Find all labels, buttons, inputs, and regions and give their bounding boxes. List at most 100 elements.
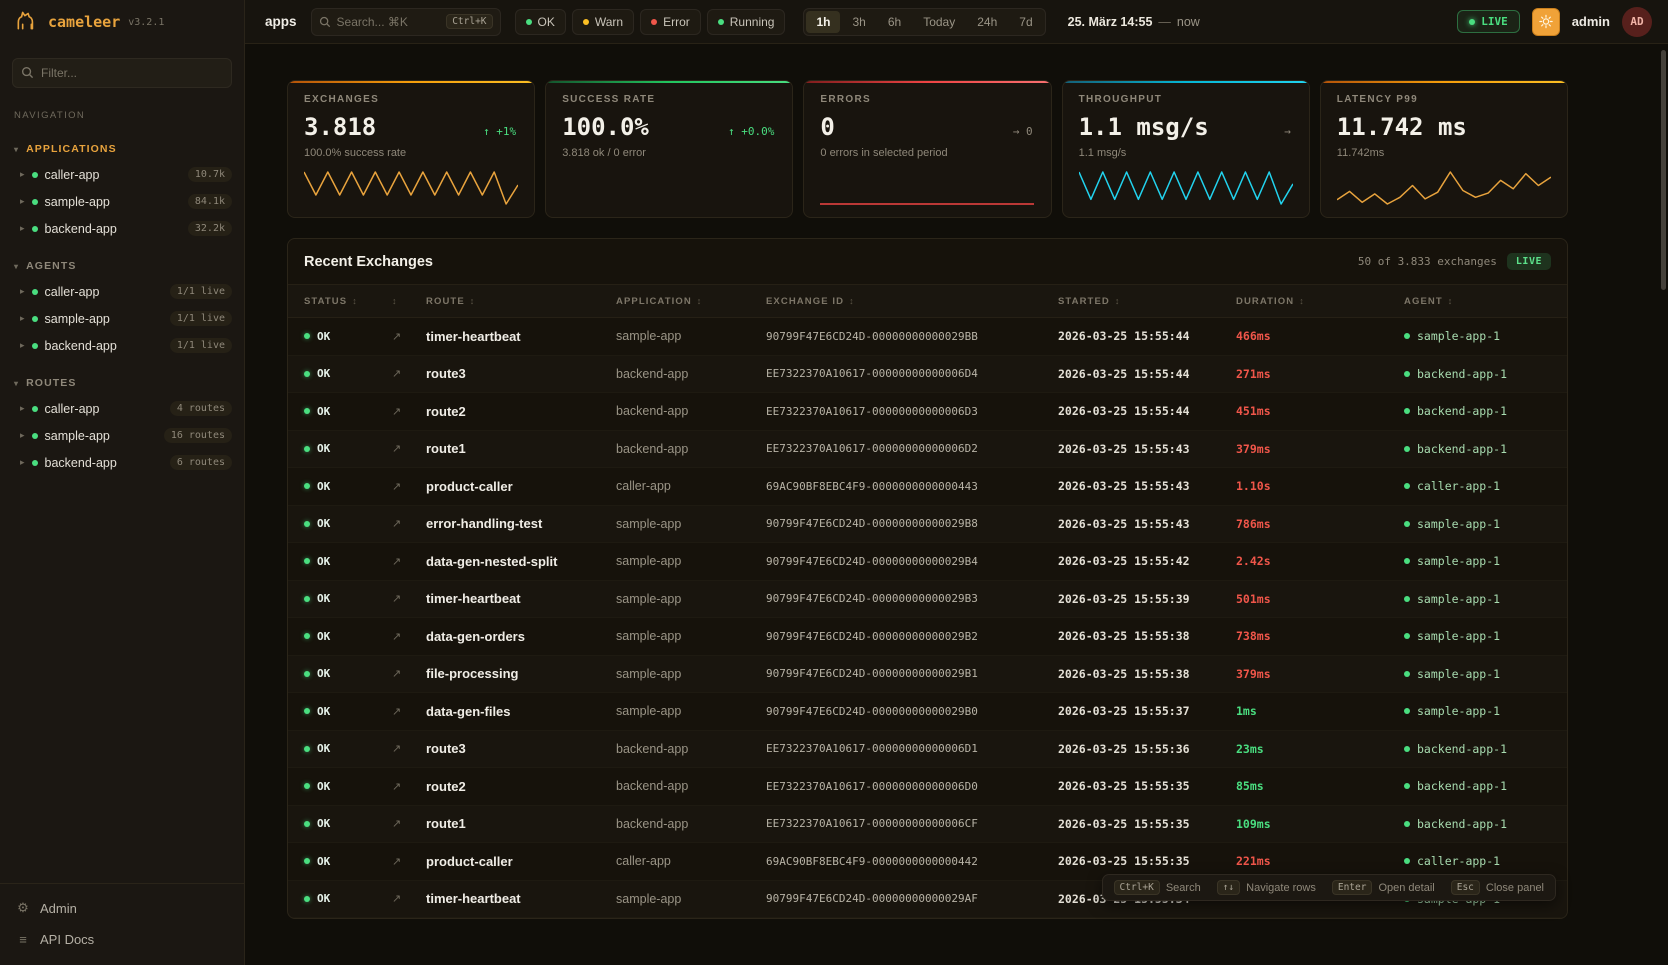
sidebar-item-application[interactable]: ▸ caller-app 10.7k [0, 161, 244, 188]
status-dot-icon [526, 19, 532, 25]
column-header-direction[interactable]: ↕ [376, 296, 410, 306]
datetime-display[interactable]: 25. März 14:55—now [1068, 15, 1200, 29]
column-header-started[interactable]: STARTED↕ [1042, 296, 1220, 307]
duration-cell: 271ms [1220, 367, 1388, 381]
agent-label: sample-app-1 [1417, 667, 1500, 681]
section-header-agents[interactable]: ▾ AGENTS [0, 256, 244, 278]
status-cell: OK [288, 667, 376, 680]
table-row[interactable]: OK ↗ route2 backend-app EE7322370A10617-… [288, 393, 1567, 431]
stat-card[interactable]: THROUGHPUT 1.1 msg/s → 1.1 msg/s [1062, 80, 1310, 218]
ok-dot-icon [304, 408, 310, 414]
stat-card[interactable]: LATENCY P99 11.742 ms 11.742ms [1320, 80, 1568, 218]
duration-cell: 1ms [1220, 704, 1388, 718]
section-header-routes[interactable]: ▾ ROUTES [0, 373, 244, 395]
admin-link[interactable]: ⚙ Admin [0, 892, 244, 924]
status-dot-icon [32, 172, 38, 178]
chevron-right-icon: ▸ [20, 430, 25, 441]
shortcut-key: Esc [1451, 880, 1480, 895]
table-row[interactable]: OK ↗ timer-heartbeat sample-app 90799F47… [288, 581, 1567, 619]
user-avatar[interactable]: AD [1622, 7, 1652, 37]
status-filter-chips: OK Warn Error Running [515, 9, 786, 35]
sidebar-item-label: caller-app [45, 168, 100, 182]
ok-dot-icon [304, 708, 310, 714]
section-header-applications[interactable]: ▾ APPLICATIONS [0, 139, 244, 161]
sidebar-item-agent[interactable]: ▸ sample-app 1/1 live [0, 305, 244, 332]
table-row[interactable]: OK ↗ route1 backend-app EE7322370A10617-… [288, 431, 1567, 469]
agent-cell: sample-app-1 [1388, 592, 1567, 606]
route-cell: data-gen-nested-split [410, 554, 600, 569]
time-range-button[interactable]: Today [913, 11, 965, 33]
time-range-button[interactable]: 3h [842, 11, 875, 33]
table-row[interactable]: OK ↗ route3 backend-app EE7322370A10617-… [288, 731, 1567, 769]
time-range-button[interactable]: 7d [1009, 11, 1042, 33]
agent-cell: sample-app-1 [1388, 667, 1567, 681]
time-range-button[interactable]: 24h [967, 11, 1007, 33]
column-header-route[interactable]: ROUTE↕ [410, 296, 600, 307]
sidebar-item-agent[interactable]: ▸ backend-app 1/1 live [0, 332, 244, 359]
column-header-duration[interactable]: DURATION↕ [1220, 296, 1388, 307]
sidebar-item-agent[interactable]: ▸ caller-app 1/1 live [0, 278, 244, 305]
status-filter-chip[interactable]: Warn [572, 9, 634, 35]
api-docs-link[interactable]: ≡ API Docs [0, 924, 244, 955]
time-range-button[interactable]: 1h [806, 11, 840, 33]
table-row[interactable]: OK ↗ product-caller caller-app 69AC90BF8… [288, 468, 1567, 506]
status-filter-chip[interactable]: OK [515, 9, 566, 35]
status-cell: OK [288, 705, 376, 718]
sidebar-item-application[interactable]: ▸ sample-app 84.1k [0, 188, 244, 215]
vertical-scrollbar[interactable] [1661, 50, 1666, 290]
shortcut-hint: ↑↓ Navigate rows [1217, 880, 1316, 895]
route-cell: route2 [410, 404, 600, 419]
shortcut-key: Ctrl+K [1114, 880, 1160, 895]
agent-label: backend-app-1 [1417, 742, 1507, 756]
table-row[interactable]: OK ↗ file-processing sample-app 90799F47… [288, 656, 1567, 694]
routes-count-badge: 16 routes [164, 428, 232, 443]
column-header-agent[interactable]: AGENT↕ [1388, 296, 1567, 307]
stat-value: 1.1 msg/s [1079, 113, 1209, 141]
live-toggle[interactable]: LIVE [1457, 10, 1520, 33]
table-body: OK ↗ timer-heartbeat sample-app 90799F47… [288, 318, 1567, 918]
table-row[interactable]: OK ↗ timer-heartbeat sample-app 90799F47… [288, 318, 1567, 356]
status-filter-chip[interactable]: Error [640, 9, 701, 35]
table-row[interactable]: OK ↗ route1 backend-app EE7322370A10617-… [288, 806, 1567, 844]
brand-logo[interactable]: cameleer v3.2.1 [0, 0, 244, 44]
stat-card[interactable]: SUCCESS RATE 100.0% ↑ +0.0% 3.818 ok / 0… [545, 80, 793, 218]
status-label: OK [317, 442, 330, 455]
stat-value: 3.818 [304, 113, 376, 141]
collapse-caret-icon: ▾ [14, 145, 19, 154]
panel-live-badge: LIVE [1507, 253, 1551, 270]
stat-card[interactable]: EXCHANGES 3.818 ↑ +1% 100.0% success rat… [287, 80, 535, 218]
started-cell: 2026-03-25 15:55:44 [1042, 329, 1220, 343]
table-row[interactable]: OK ↗ data-gen-nested-split sample-app 90… [288, 543, 1567, 581]
status-dot-icon [718, 19, 724, 25]
table-row[interactable]: OK ↗ data-gen-orders sample-app 90799F47… [288, 618, 1567, 656]
sparkline-chart [1337, 167, 1551, 207]
theme-toggle-button[interactable] [1532, 8, 1560, 36]
ok-dot-icon [304, 333, 310, 339]
live-badge: 1/1 live [170, 311, 232, 326]
status-filter-chip[interactable]: Running [707, 9, 786, 35]
sidebar-item-routes[interactable]: ▸ backend-app 6 routes [0, 449, 244, 476]
ok-dot-icon [304, 858, 310, 864]
time-range-button[interactable]: 6h [878, 11, 911, 33]
table-row[interactable]: OK ↗ route3 backend-app EE7322370A10617-… [288, 356, 1567, 394]
stat-card[interactable]: ERRORS 0 → 0 0 errors in selected period [803, 80, 1051, 218]
sidebar-filter-input[interactable] [12, 58, 232, 88]
stat-subtitle: 3.818 ok / 0 error [562, 147, 776, 159]
route-direction-icon: ↗ [376, 780, 410, 793]
chevron-right-icon: ▸ [20, 313, 25, 324]
table-row[interactable]: OK ↗ data-gen-files sample-app 90799F47E… [288, 693, 1567, 731]
route-cell: route1 [410, 441, 600, 456]
agent-dot-icon [1404, 446, 1410, 452]
column-header-exchange-id[interactable]: EXCHANGE ID↕ [750, 296, 1042, 307]
column-header-status[interactable]: STATUS↕ [288, 296, 376, 307]
route-direction-icon: ↗ [376, 480, 410, 493]
status-dot-icon [32, 226, 38, 232]
table-row[interactable]: OK ↗ route2 backend-app EE7322370A10617-… [288, 768, 1567, 806]
status-label: OK [317, 330, 330, 343]
sidebar-item-application[interactable]: ▸ backend-app 32.2k [0, 215, 244, 242]
sidebar-item-routes[interactable]: ▸ sample-app 16 routes [0, 422, 244, 449]
sidebar-item-routes[interactable]: ▸ caller-app 4 routes [0, 395, 244, 422]
table-row[interactable]: OK ↗ error-handling-test sample-app 9079… [288, 506, 1567, 544]
global-search[interactable]: Search... ⌘K Ctrl+K [311, 8, 501, 36]
column-header-application[interactable]: APPLICATION↕ [600, 296, 750, 307]
